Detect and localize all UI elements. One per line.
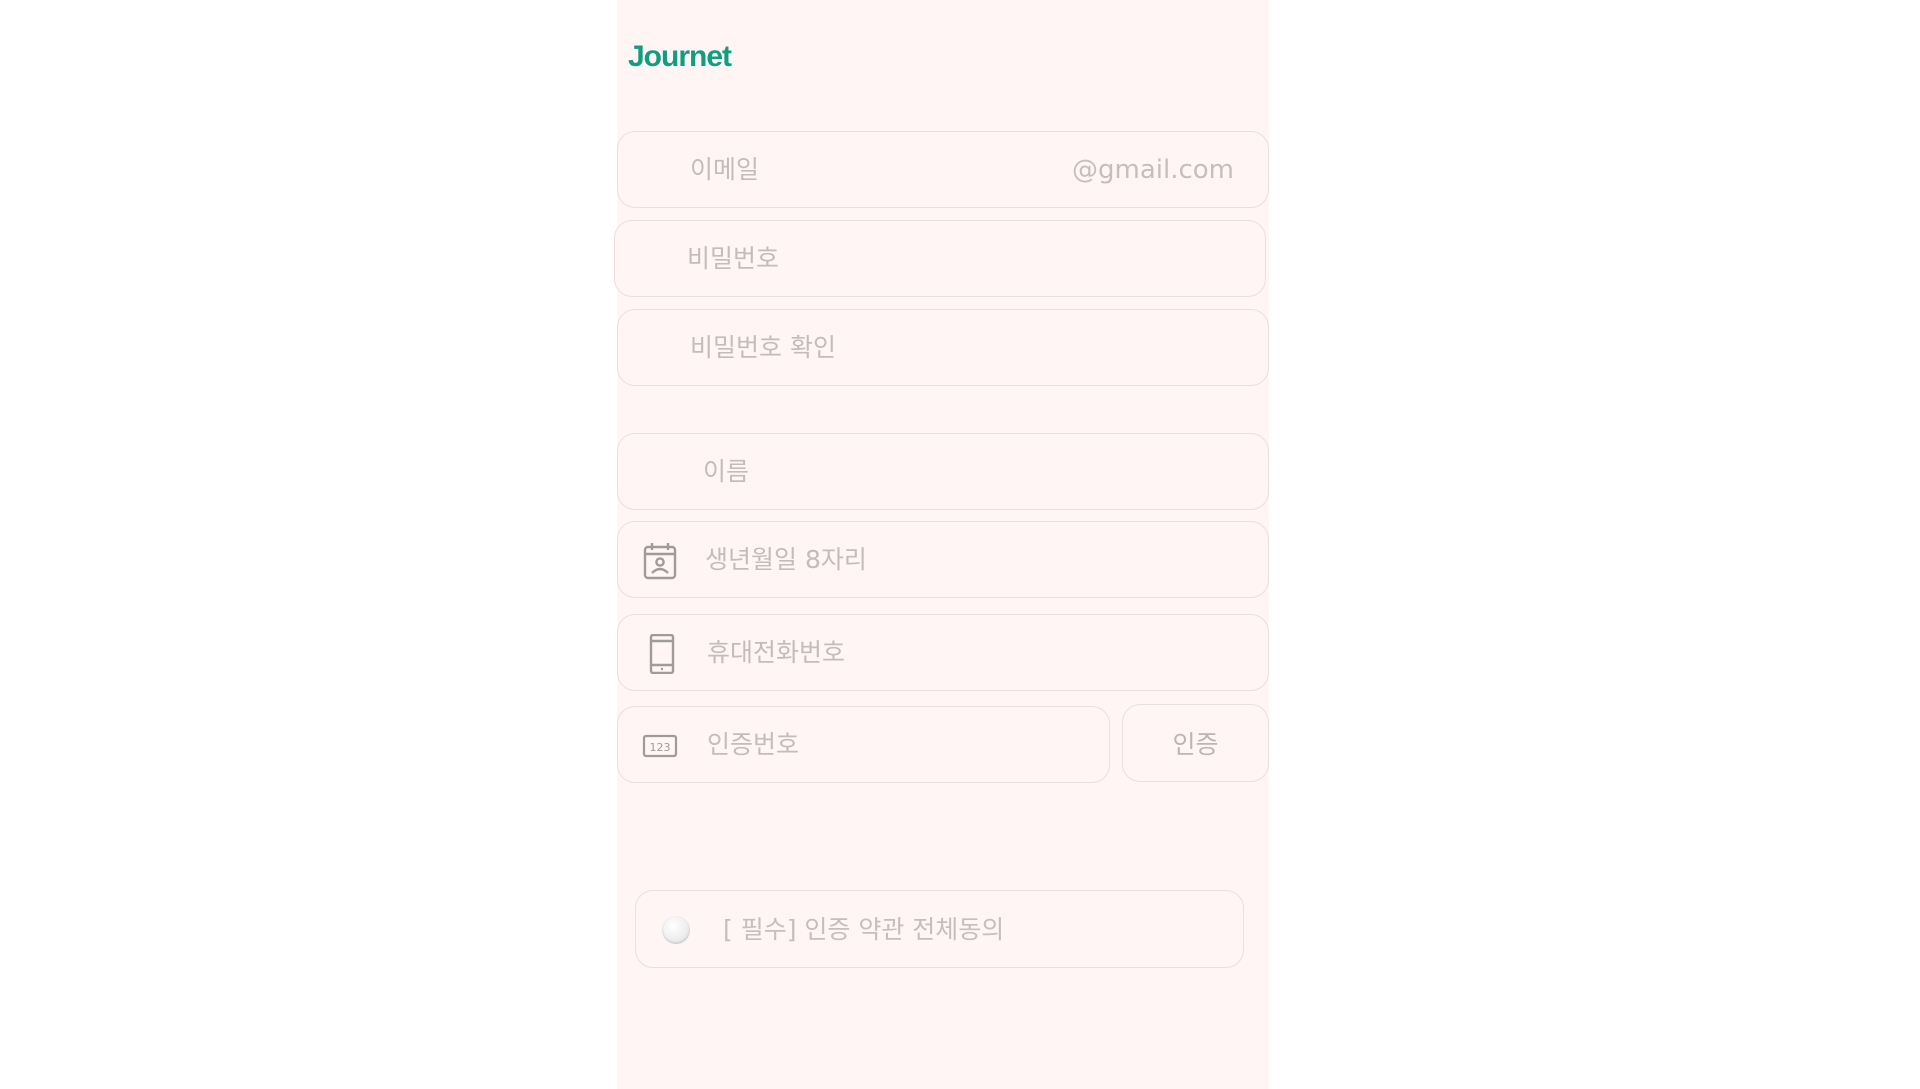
phone-field[interactable] <box>617 614 1269 691</box>
password-confirm-field[interactable] <box>617 309 1269 386</box>
password-input[interactable] <box>687 221 1227 296</box>
email-field[interactable]: @gmail.com <box>617 131 1269 208</box>
calendar-person-icon <box>642 541 678 581</box>
terms-agreement-label: [ 필수] 인증 약관 전체동의 <box>723 915 1005 944</box>
name-field[interactable] <box>617 433 1269 510</box>
password-confirm-input[interactable] <box>690 310 1230 385</box>
terms-agree-radio[interactable] <box>662 916 690 944</box>
svg-text:123: 123 <box>650 741 671 754</box>
email-domain-suffix: @gmail.com <box>1071 155 1234 185</box>
verify-button[interactable]: 인증 <box>1122 704 1269 782</box>
mobile-phone-icon <box>644 633 680 675</box>
name-input[interactable] <box>703 434 1223 509</box>
password-field[interactable] <box>614 220 1266 297</box>
birthdate-input[interactable] <box>705 522 1225 597</box>
terms-agreement-row[interactable]: [ 필수] 인증 약관 전체동의 <box>635 890 1244 968</box>
verification-code-input[interactable] <box>707 707 1087 782</box>
phone-input[interactable] <box>707 615 1227 690</box>
app-logo: Journet <box>628 40 732 73</box>
email-input[interactable] <box>690 132 1070 207</box>
numbers-123-icon: 123 <box>642 726 678 766</box>
signup-panel: Journet @gmail.com <box>614 0 1269 1089</box>
birthdate-field[interactable] <box>617 521 1269 598</box>
verification-code-field[interactable]: 123 <box>617 706 1110 783</box>
